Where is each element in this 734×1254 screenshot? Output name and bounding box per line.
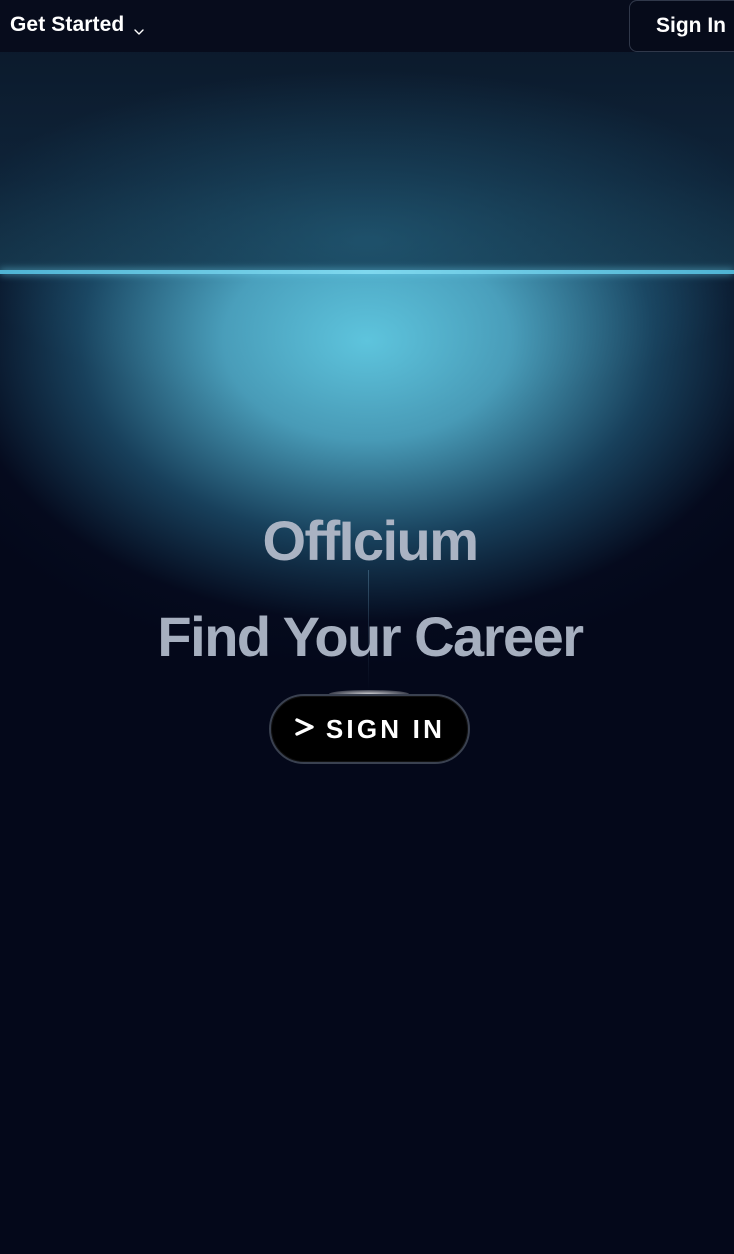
get-started-menu[interactable]: Get Started bbox=[10, 10, 145, 40]
hero-tagline: Find Your Career bbox=[157, 605, 584, 668]
sign-in-nav-button[interactable]: Sign In bbox=[629, 0, 734, 52]
brand-title: OffIcium bbox=[262, 509, 479, 572]
lamp-line bbox=[0, 270, 734, 274]
top-nav-bar: Get Started Sign In bbox=[0, 0, 734, 52]
chevron-down-icon bbox=[133, 20, 145, 35]
chevron-right-icon bbox=[294, 716, 316, 743]
cta-label: SIGN IN bbox=[325, 713, 446, 744]
cta-container: SIGN IN bbox=[269, 690, 470, 764]
sign-in-cta-button[interactable]: SIGN IN bbox=[269, 694, 470, 764]
get-started-label: Get Started bbox=[10, 13, 125, 36]
landing-page: Get Started Sign In OffIcium Find Your C… bbox=[0, 0, 734, 1254]
